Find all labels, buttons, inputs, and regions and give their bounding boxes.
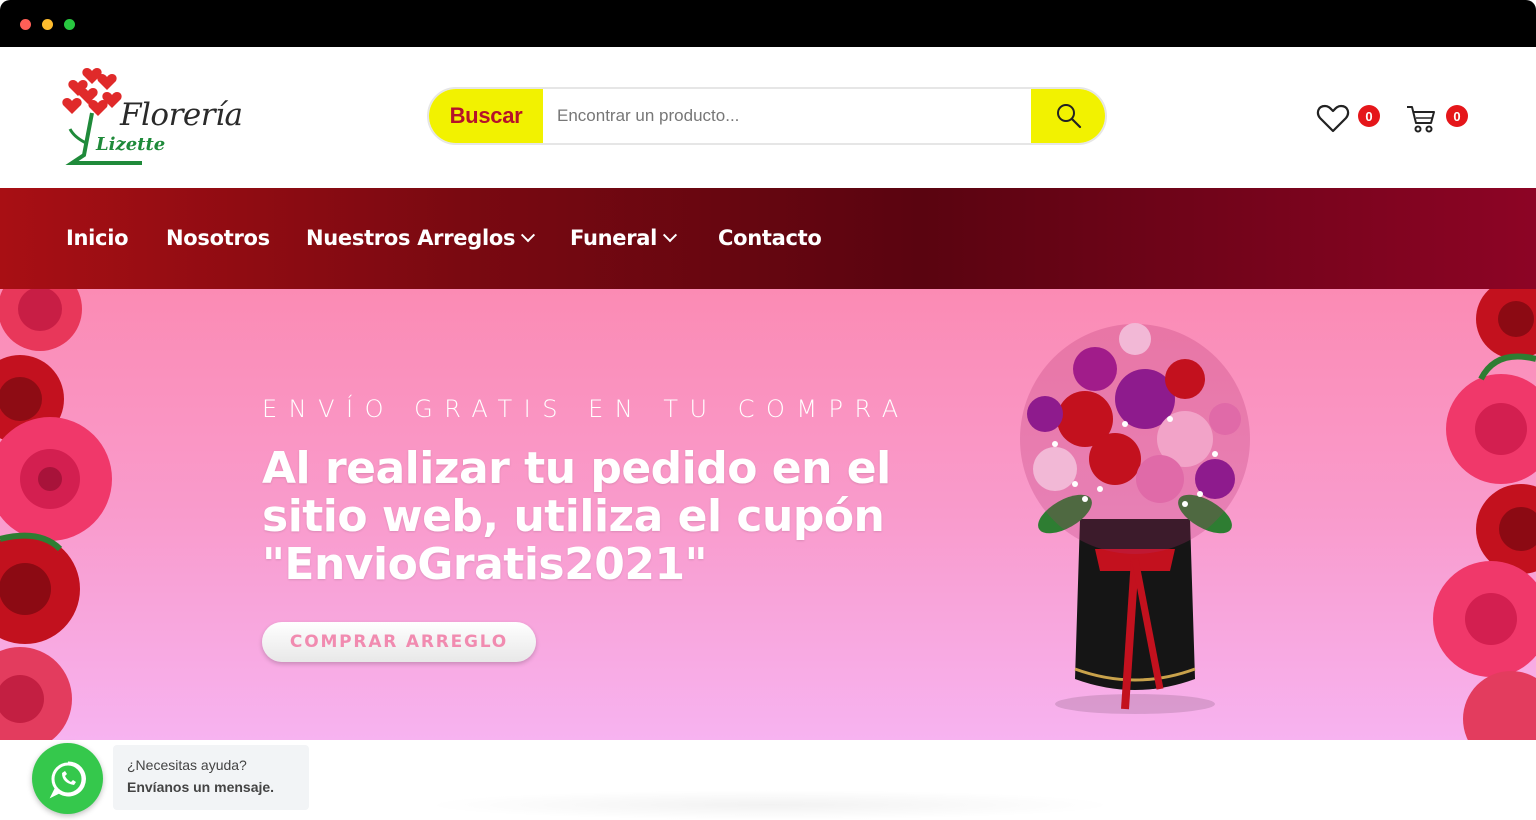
whatsapp-help-card[interactable]: ¿Necesitas ayuda? Envíanos un mensaje.: [113, 745, 309, 810]
nav-item-nuestros-arreglos[interactable]: Nuestros Arreglos: [306, 226, 536, 250]
site-header: Florería Lizette Buscar 0 0: [0, 47, 1536, 188]
brand-name: Florería: [120, 97, 243, 133]
roses-right-decoration: [1433, 289, 1536, 740]
chevron-down-icon: [663, 228, 678, 243]
wishlist-count-badge: 0: [1358, 105, 1380, 127]
search-input[interactable]: [545, 89, 1031, 143]
roses-left-decoration: [0, 289, 112, 740]
nav-item-label: Funeral: [570, 226, 658, 250]
cart-count-badge: 0: [1446, 105, 1468, 127]
whatsapp-icon: [49, 760, 86, 798]
whatsapp-button[interactable]: [32, 743, 103, 814]
search-label: Buscar: [429, 89, 543, 143]
search-submit-button[interactable]: [1031, 89, 1105, 143]
nav-item-inicio[interactable]: Inicio: [66, 226, 129, 250]
section-shadow: [420, 790, 1120, 820]
buy-arrangement-button[interactable]: COMPRAR ARREGLO: [262, 622, 536, 662]
nav-item-label: Contacto: [718, 226, 822, 250]
search-bar: Buscar: [427, 87, 1107, 145]
hero-title: Al realizar tu pedido en el sitio web, u…: [262, 443, 891, 590]
close-window-button[interactable]: [20, 19, 31, 30]
nav-item-funeral[interactable]: Funeral: [570, 226, 678, 250]
heart-icon[interactable]: [1316, 101, 1350, 135]
search-icon: [1057, 104, 1082, 129]
browser-title-bar: [0, 0, 1536, 47]
whatsapp-message-text: Envíanos un mensaje.: [127, 779, 275, 795]
maximize-window-button[interactable]: [64, 19, 75, 30]
nav-item-label: Nuestros Arreglos: [306, 226, 516, 250]
hero-kicker: ENVÍO GRATIS EN TU COMPRA: [262, 395, 910, 423]
brand-subname: Lizette: [96, 134, 166, 155]
whatsapp-help-text: ¿Necesitas ayuda?: [127, 757, 247, 773]
nav-item-contacto[interactable]: Contacto: [718, 226, 822, 250]
nav-item-label: Nosotros: [166, 226, 270, 250]
nav-item-label: Inicio: [66, 226, 129, 250]
logo[interactable]: Florería Lizette: [62, 63, 252, 173]
cart-icon[interactable]: [1404, 101, 1438, 135]
chevron-down-icon: [521, 228, 536, 243]
main-nav: Inicio Nosotros Nuestros Arreglos Funera…: [0, 188, 1536, 289]
bouquet-image: [1020, 323, 1250, 714]
minimize-window-button[interactable]: [42, 19, 53, 30]
hero-banner: ENVÍO GRATIS EN TU COMPRA Al realizar tu…: [0, 289, 1536, 740]
nav-item-nosotros[interactable]: Nosotros: [166, 226, 270, 250]
